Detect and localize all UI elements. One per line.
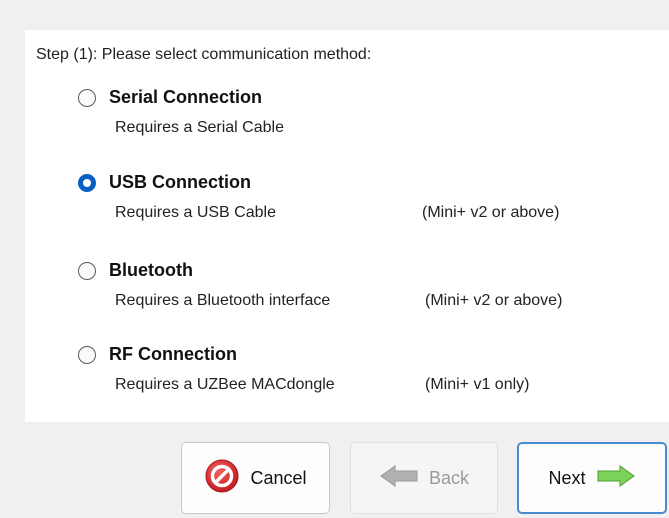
option-title: USB Connection: [109, 172, 251, 192]
back-button[interactable]: Back: [350, 442, 498, 514]
option-title: Serial Connection: [109, 87, 263, 107]
cancel-button[interactable]: Cancel: [181, 442, 330, 514]
step-label: Step (1): Please select communication me…: [36, 46, 372, 63]
option-version-note: (Mini+ v1 only): [425, 376, 530, 393]
option-description: Requires a UZBee MACdongle: [115, 376, 335, 393]
option-usb-connection[interactable]: USB Connection Requires a USB Cable (Min…: [78, 172, 638, 233]
radio-usb-connection[interactable]: [78, 174, 96, 192]
next-button[interactable]: Next: [517, 442, 667, 514]
radio-rf-connection[interactable]: [78, 346, 96, 364]
arrow-left-icon: [379, 464, 419, 493]
option-serial-connection[interactable]: Serial Connection Requires a Serial Cabl…: [78, 87, 638, 148]
option-version-note: (Mini+ v2 or above): [422, 204, 560, 221]
radio-serial-connection[interactable]: [78, 89, 96, 107]
connection-options-panel: Step (1): Please select communication me…: [25, 30, 669, 422]
radio-bluetooth[interactable]: [78, 262, 96, 280]
option-title: Bluetooth: [109, 260, 193, 280]
option-version-note: (Mini+ v2 or above): [425, 292, 563, 309]
option-description: Requires a Bluetooth interface: [115, 292, 331, 309]
back-button-label: Back: [428, 467, 470, 488]
option-description: Requires a Serial Cable: [115, 119, 284, 136]
arrow-right-icon: [596, 464, 636, 493]
option-bluetooth[interactable]: Bluetooth Requires a Bluetooth interface…: [78, 260, 638, 321]
option-description: Requires a USB Cable: [115, 204, 276, 221]
no-entry-icon: [204, 458, 240, 499]
next-button-label: Next: [548, 467, 586, 488]
cancel-button-label: Cancel: [250, 467, 307, 488]
option-rf-connection[interactable]: RF Connection Requires a UZBee MACdongle…: [78, 344, 638, 405]
option-title: RF Connection: [109, 344, 237, 364]
